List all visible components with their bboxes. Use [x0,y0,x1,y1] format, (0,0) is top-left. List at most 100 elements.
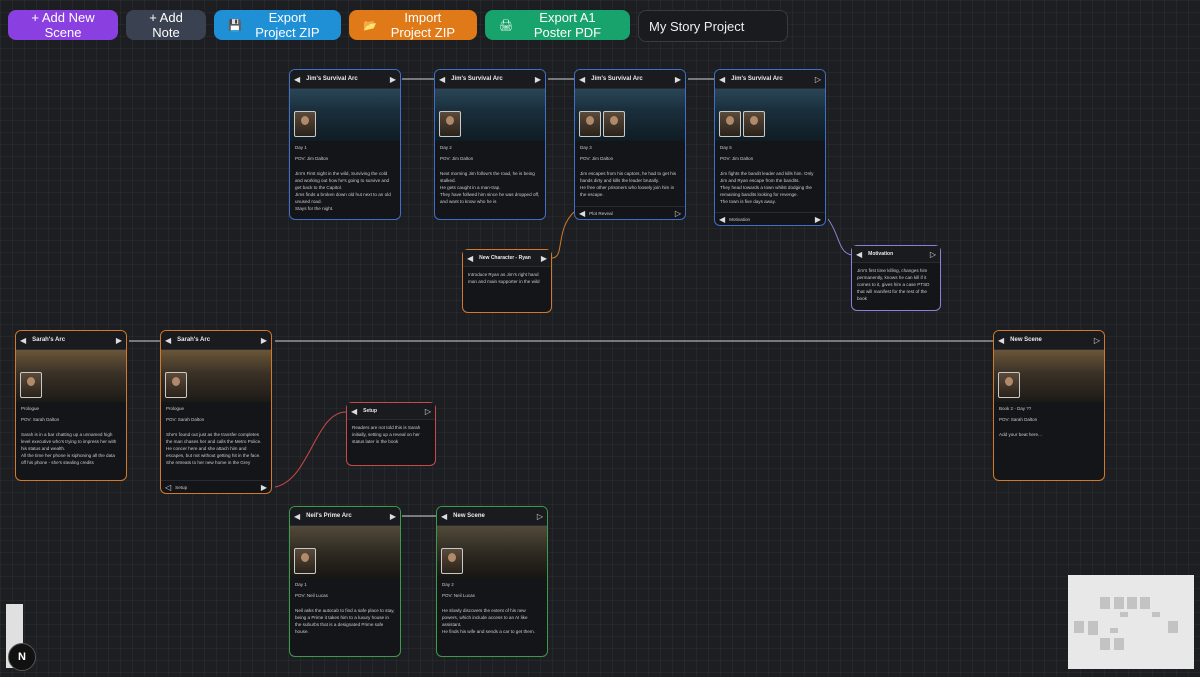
minimap-node [1110,628,1118,633]
arrow-right-icon[interactable]: ▷ [537,512,543,521]
minimap-node [1100,638,1110,650]
import-zip-label: Import Project ZIP [390,10,455,40]
scene-text: Sarah is in a bar chatting up a unnamed … [21,432,117,465]
scene-card[interactable]: ◀ Jim's Survival Arc ▶ Day 3 POV: Jim Dalto… [574,69,686,220]
arrow-right-icon[interactable]: ▶ [815,215,821,224]
character-portrait [441,548,463,574]
note-title: Setup [363,408,378,414]
scene-card[interactable]: ◀ Neil's Prime Arc ▶ Day 1 POV: Neil Lucas … [289,506,401,657]
export-zip-button[interactable]: 💾 Export Project ZIP [214,10,341,40]
edge-orange [551,211,575,259]
scene-image [290,526,400,578]
character-portrait [579,111,601,137]
scene-text: Jim fights the bandit leader and kills h… [720,171,814,204]
scene-day: Prologue [166,406,185,411]
scene-card[interactable]: ◀ Sarah's Arc ▶ Prologue POV: Sarah Dalton … [160,330,272,494]
scene-day: Day 1 [295,145,307,150]
scene-image [161,350,271,402]
arrow-right-icon[interactable]: ▷ [1094,336,1100,345]
character-portrait [743,111,765,137]
scene-text: She's found out just as the transfer com… [166,432,262,465]
note-text: Readers are not told this is Sarah initi… [352,425,421,444]
minimap-node [1127,597,1137,609]
scene-day: Prologue [21,406,40,411]
arrow-right-icon[interactable]: ▶ [535,75,541,84]
arrow-right-icon[interactable]: ▷ [425,407,431,416]
arrow-right-icon[interactable]: ▷ [815,75,821,84]
floppy-icon: 💾 [228,19,242,32]
footer-label: Motivation [729,216,751,222]
arrow-right-icon[interactable]: ▶ [390,512,396,521]
scene-card[interactable]: ◀ Jim's Survival Arc ▶ Day 1 POV: Jim Dalto… [289,69,401,220]
scene-pov: POV: Neil Lucas [295,593,328,599]
note-card[interactable]: ◀ Motivation ▷ Jim's first time killing, c… [851,245,941,311]
scene-arc: Sarah's Arc [177,337,211,343]
scene-arc: Neil's Prime Arc [306,513,352,519]
minimap-node [1088,621,1098,635]
arrow-right-icon[interactable]: ▶ [675,75,681,84]
arrow-right-icon[interactable]: ▶ [390,75,396,84]
scene-day: Day 1 [295,582,307,587]
character-portrait [165,372,187,398]
add-note-button[interactable]: + Add Note [126,10,206,40]
scene-text: Next morning Jim follow's the road, he i… [440,171,540,204]
scene-image [435,89,545,141]
character-portrait [294,548,316,574]
note-text: Introduce Ryan as Jim's right hand man a… [468,272,540,284]
note-title: Motivation [868,251,894,257]
arrow-right-icon[interactable]: ▷ [675,209,681,218]
project-name-input[interactable] [638,10,788,42]
scene-footer: ◀ Plot Reveal ▷ [575,206,685,219]
scene-card[interactable]: ◀ Jim's Survival Arc ▷ Day 5 POV: Jim Dalto… [714,69,826,226]
arrow-right-icon[interactable]: ▶ [261,336,267,345]
character-portrait [294,111,316,137]
arrow-right-icon[interactable]: ▶ [261,483,267,492]
minimap[interactable] [1068,575,1194,669]
scene-text: Add your beat here... [999,432,1042,438]
scene-footer: ◁ Setup ▶ [161,480,271,493]
scene-card[interactable]: ◀ Jim's Survival Arc ▶ Day 2 POV: Jim Dalto… [434,69,546,220]
toolbar: + Add New Scene + Add Note 💾 Export Proje… [8,10,788,42]
scene-pov: POV: Sarah Dalton [999,417,1038,423]
scene-pov: POV: Jim Dalton [440,156,474,162]
character-portrait [719,111,741,137]
export-pdf-button[interactable]: 🖨 Export A1 Poster PDF [485,10,630,40]
scene-card[interactable]: ◀ New Scene ▷ Book 2 - Day ?? POV: Sarah Da… [993,330,1105,481]
scene-arc: Jim's Survival Arc [306,76,358,82]
character-portrait [603,111,625,137]
scene-pov: POV: Jim Dalton [580,156,614,162]
scene-image [16,350,126,402]
scene-pov: POV: Sarah Dalton [21,417,60,423]
arrow-right-icon[interactable]: ▷ [930,250,936,259]
scene-image [715,89,825,141]
arrow-right-icon[interactable]: ▶ [541,254,547,263]
scene-arc: Jim's Survival Arc [591,76,643,82]
character-portrait [439,111,461,137]
scene-image [290,89,400,141]
scene-card[interactable]: ◀ New Scene ▷ Day 2 POV: Neil Lucas He slow… [436,506,548,657]
scene-arc: Sarah's Arc [32,337,66,343]
minimap-node [1114,597,1124,609]
scene-text: Neil asks the autocab to find a safe pla… [295,608,395,635]
scene-card[interactable]: ◀ Sarah's Arc ▶ Prologue POV: Sarah Dalton … [15,330,127,481]
folder-icon: 📂 [363,19,377,32]
note-card[interactable]: ◀ New Character - Ryan ▶ Introduce Ryan as… [462,249,552,313]
scene-arc: Jim's Survival Arc [451,76,503,82]
scene-arc: New Scene [1010,337,1042,343]
import-zip-button[interactable]: 📂 Import Project ZIP [349,10,477,40]
scene-footer: ◀ Motivation ▶ [715,212,825,225]
scene-arc: Jim's Survival Arc [731,76,783,82]
edge-red [274,411,347,488]
arrow-right-icon[interactable]: ▶ [116,336,122,345]
app-logo[interactable]: N [8,643,36,671]
add-scene-button[interactable]: + Add New Scene [8,10,118,40]
scene-day: Day 2 [442,582,454,587]
export-pdf-label: Export A1 Poster PDF [533,10,602,40]
scene-text: He slowly discovers the extent of his ne… [442,608,535,635]
note-card[interactable]: ◀ Setup ▷ Readers are not told this is Sar… [346,402,436,466]
footer-label: Plot Reveal [589,210,613,216]
minimap-node [1152,612,1160,617]
character-portrait [998,372,1020,398]
scene-arc: New Scene [453,513,485,519]
scene-pov: POV: Jim Dalton [295,156,329,162]
